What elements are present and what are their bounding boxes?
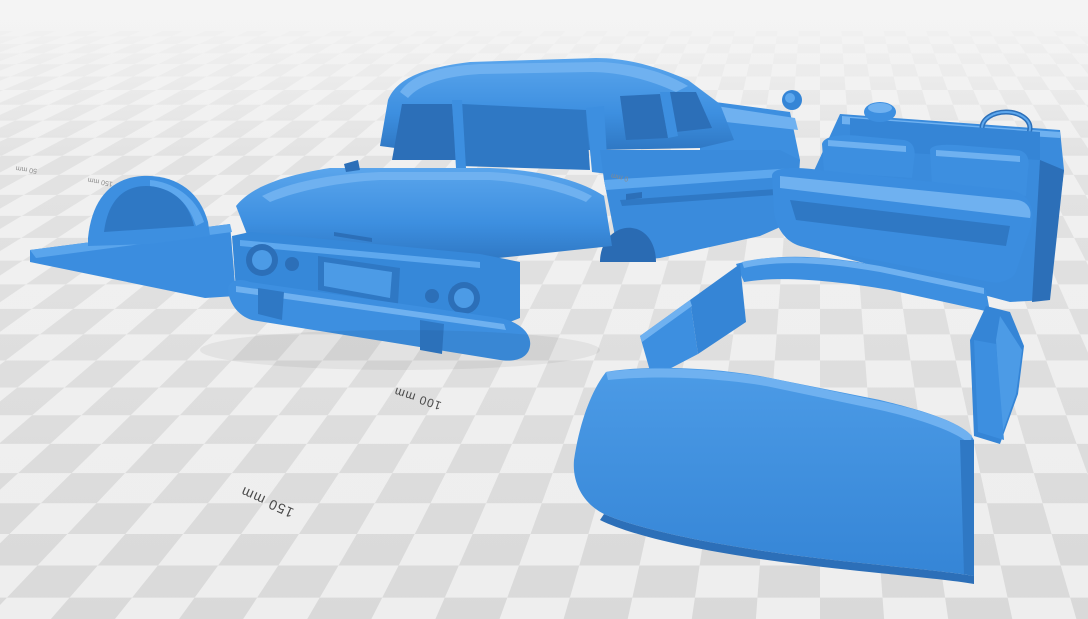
3d-viewport[interactable]: 100 mm 150 mm 50 mm 150 mm 0 mm: [0, 0, 1088, 619]
scene-canvas[interactable]: [0, 0, 1088, 619]
ground-shadow: [200, 330, 600, 370]
